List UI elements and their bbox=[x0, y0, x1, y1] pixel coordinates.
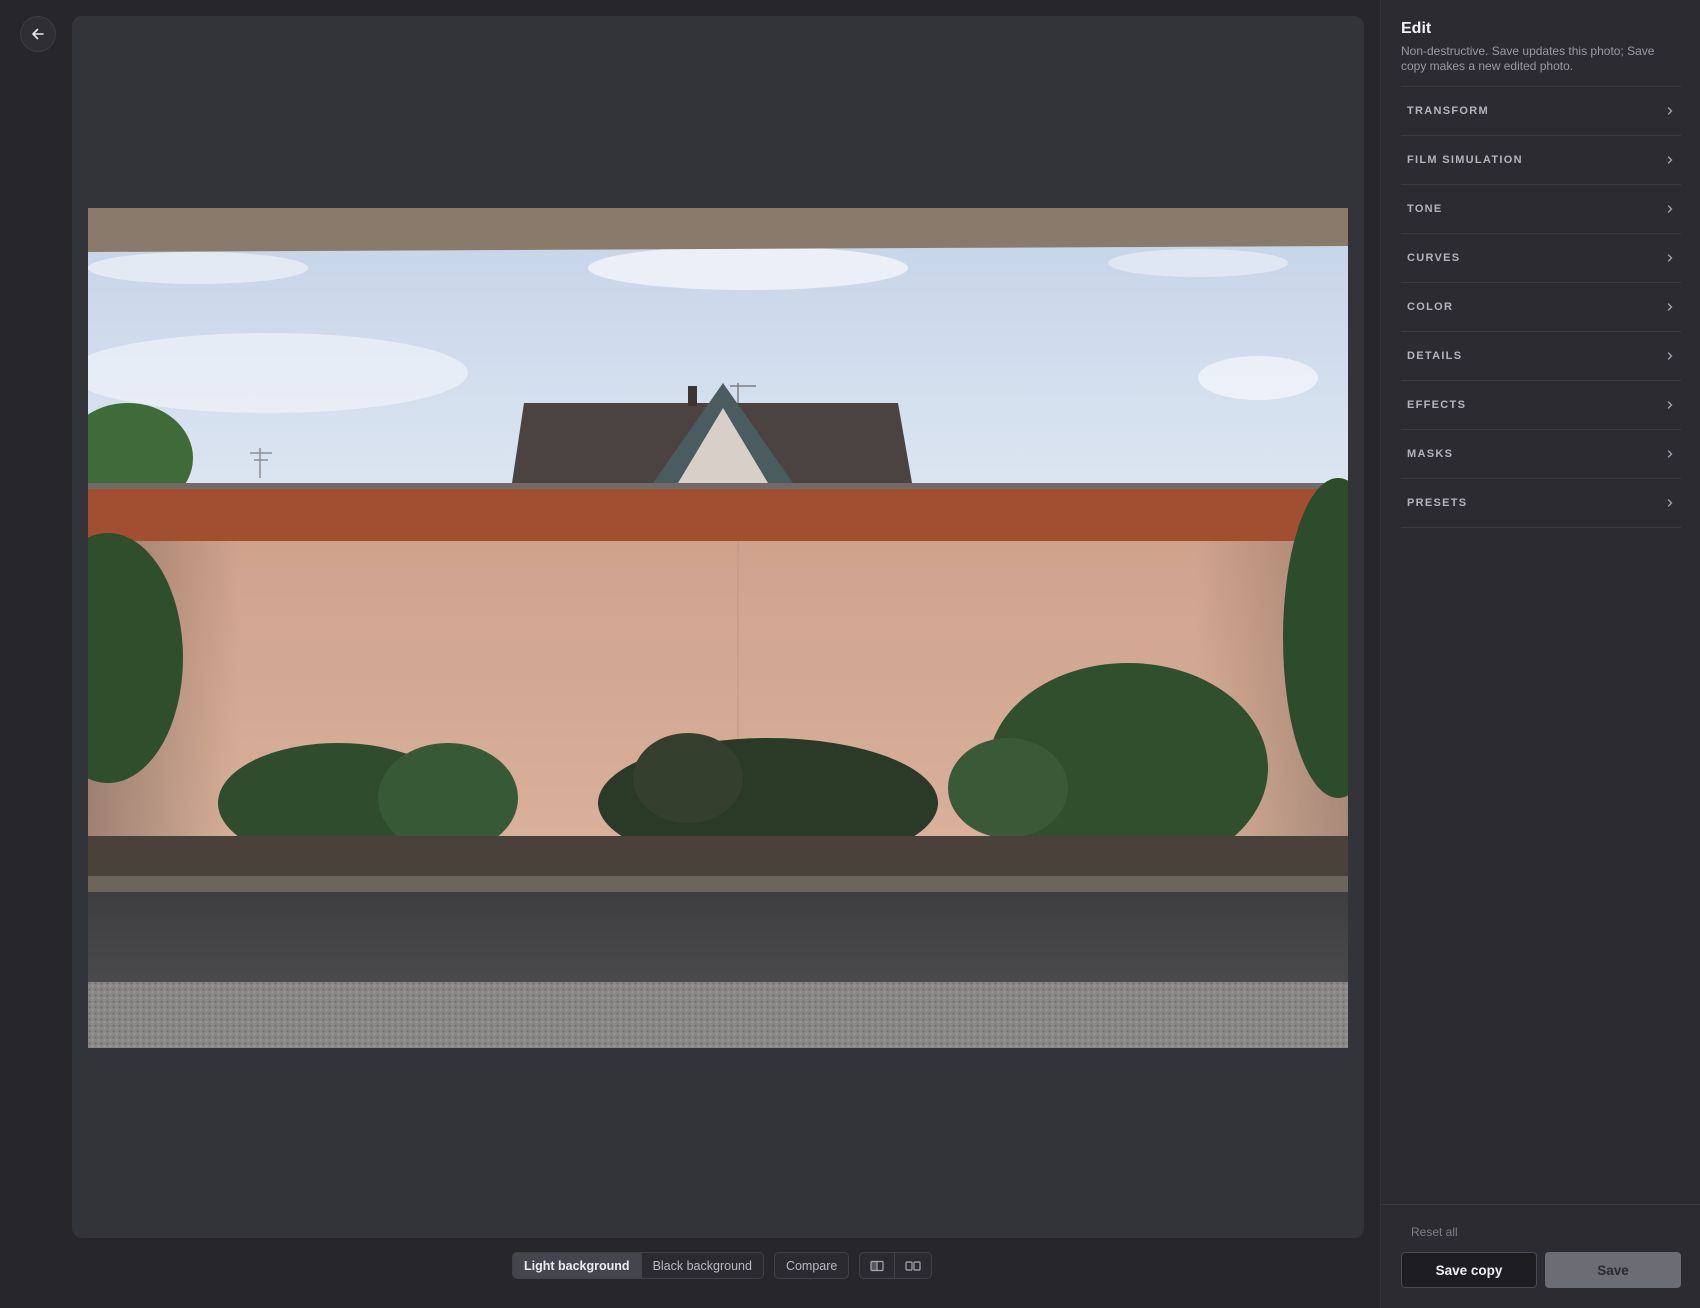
chevron-right-icon bbox=[1667, 450, 1673, 458]
chevron-right-icon bbox=[1667, 156, 1673, 164]
chevron-right-icon bbox=[1667, 401, 1673, 409]
section-effects[interactable]: EFFECTS bbox=[1401, 381, 1681, 430]
arrow-left-icon bbox=[32, 28, 44, 40]
section-presets[interactable]: PRESETS bbox=[1401, 479, 1681, 528]
section-label: PRESETS bbox=[1407, 497, 1468, 509]
section-label: TONE bbox=[1407, 203, 1443, 215]
chevron-right-icon bbox=[1667, 107, 1673, 115]
photo-editor: Light background Black background Compar… bbox=[0, 0, 1700, 1308]
edit-panel: Edit Non-destructive. Save updates this … bbox=[1380, 0, 1700, 1308]
section-label: DETAILS bbox=[1407, 350, 1463, 362]
photo-preview[interactable] bbox=[88, 208, 1348, 1048]
section-label: MASKS bbox=[1407, 448, 1454, 460]
section-label: COLOR bbox=[1407, 301, 1454, 313]
view-mode-group bbox=[859, 1252, 933, 1279]
side-by-side-button[interactable] bbox=[894, 1253, 931, 1278]
reset-all-button[interactable]: Reset all bbox=[1411, 1225, 1458, 1239]
side-by-side-icon bbox=[905, 1260, 921, 1271]
section-film-simulation[interactable]: FILM SIMULATION bbox=[1401, 136, 1681, 185]
section-masks[interactable]: MASKS bbox=[1401, 430, 1681, 479]
edit-sections: TRANSFORM FILM SIMULATION TONE CURVES CO… bbox=[1401, 86, 1681, 528]
split-view-icon bbox=[870, 1260, 884, 1271]
panel-footer: Reset all Save copy Save bbox=[1381, 1204, 1700, 1308]
black-background-button[interactable]: Black background bbox=[640, 1253, 763, 1278]
section-label: TRANSFORM bbox=[1407, 105, 1489, 117]
section-transform[interactable]: TRANSFORM bbox=[1401, 87, 1681, 136]
compare-button[interactable]: Compare bbox=[775, 1253, 848, 1278]
section-details[interactable]: DETAILS bbox=[1401, 332, 1681, 381]
section-label: CURVES bbox=[1407, 252, 1461, 264]
photo-image bbox=[88, 208, 1348, 1048]
section-tone[interactable]: TONE bbox=[1401, 185, 1681, 234]
section-label: FILM SIMULATION bbox=[1407, 154, 1523, 166]
panel-title: Edit bbox=[1401, 20, 1432, 37]
view-toolbar: Light background Black background Compar… bbox=[512, 1252, 933, 1279]
light-background-button[interactable]: Light background bbox=[513, 1253, 641, 1278]
chevron-right-icon bbox=[1667, 303, 1673, 311]
section-curves[interactable]: CURVES bbox=[1401, 234, 1681, 283]
save-button[interactable]: Save bbox=[1545, 1252, 1681, 1288]
save-copy-button[interactable]: Save copy bbox=[1401, 1252, 1537, 1288]
chevron-right-icon bbox=[1667, 352, 1673, 360]
compare-group: Compare bbox=[773, 1252, 850, 1279]
editor-canvas bbox=[72, 16, 1364, 1238]
panel-subtitle: Non-destructive. Save updates this photo… bbox=[1401, 44, 1655, 73]
section-color[interactable]: COLOR bbox=[1401, 283, 1681, 332]
split-view-button[interactable] bbox=[860, 1253, 894, 1278]
chevron-right-icon bbox=[1667, 499, 1673, 507]
chevron-right-icon bbox=[1667, 254, 1673, 262]
chevron-right-icon bbox=[1667, 205, 1673, 213]
background-toggle: Light background Black background bbox=[512, 1252, 764, 1279]
back-button[interactable] bbox=[20, 16, 56, 52]
section-label: EFFECTS bbox=[1407, 399, 1467, 411]
